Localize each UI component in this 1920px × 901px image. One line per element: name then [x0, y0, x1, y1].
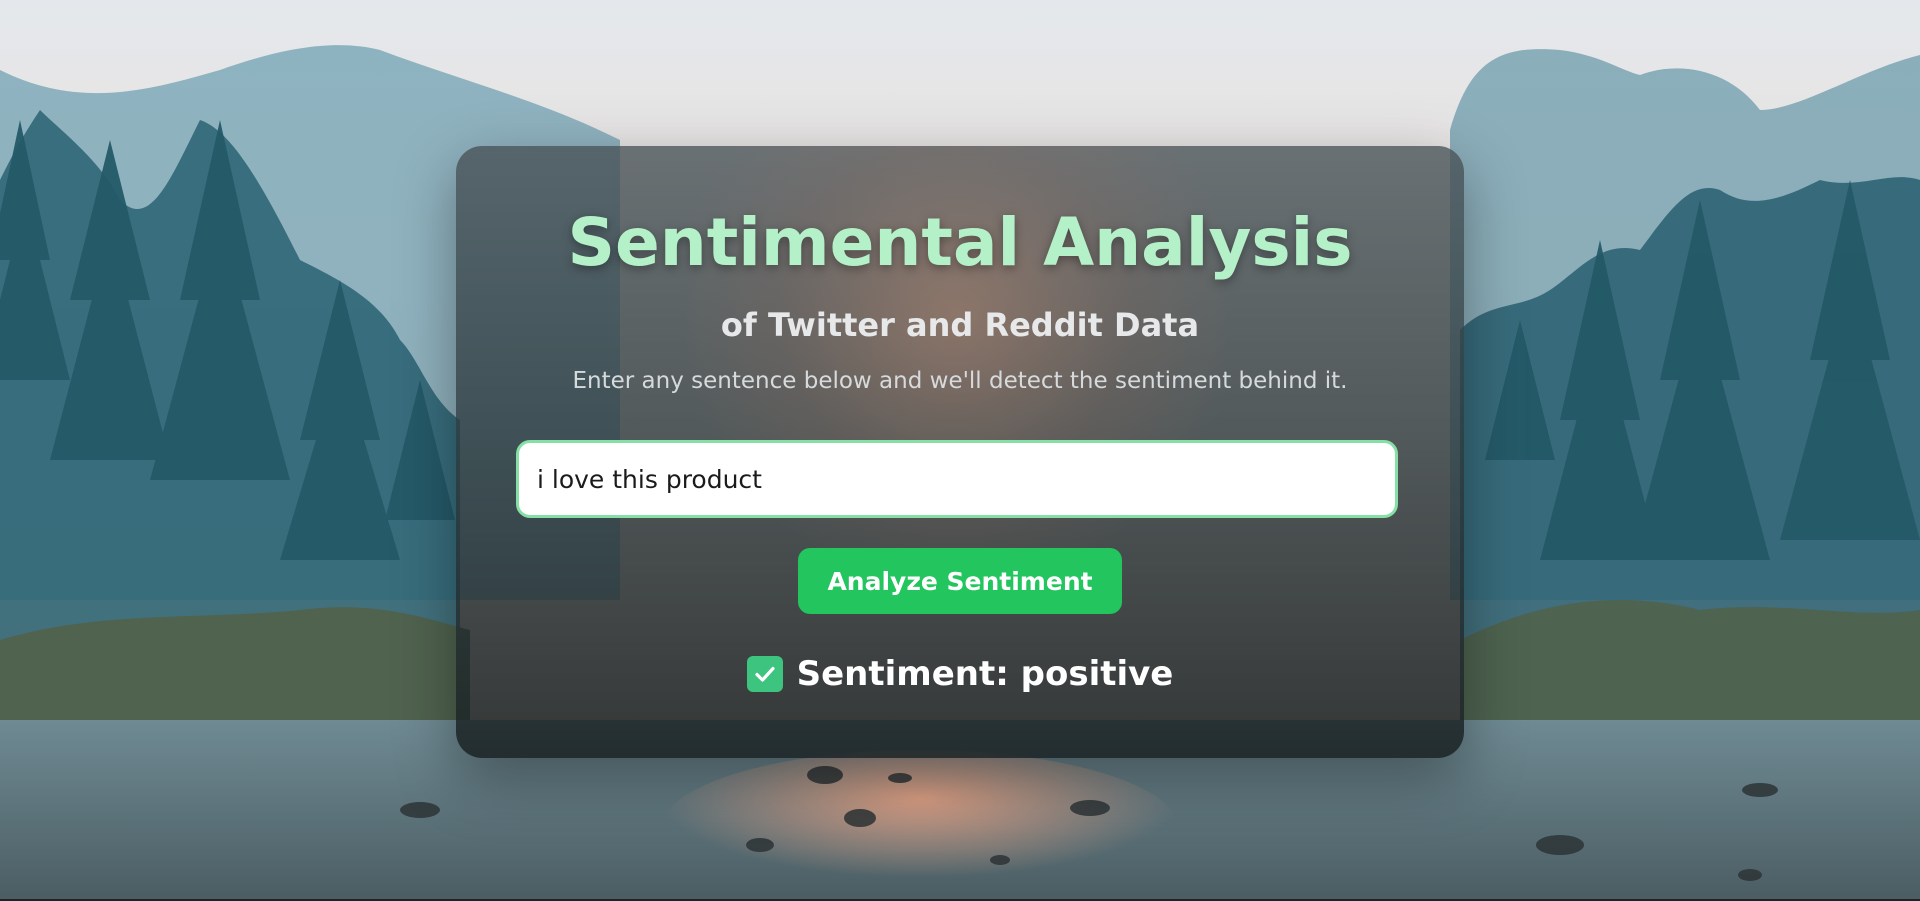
- check-icon: [746, 656, 783, 692]
- page-subtitle: of Twitter and Reddit Data: [720, 306, 1200, 344]
- page-title: Sentimental Analysis: [567, 204, 1353, 281]
- page-background: Sentimental Analysis of Twitter and Redd…: [0, 0, 1920, 901]
- sentiment-result-text: Sentiment: positive: [796, 654, 1174, 694]
- analysis-card: Sentimental Analysis of Twitter and Redd…: [456, 146, 1464, 758]
- analyze-sentiment-button[interactable]: Analyze Sentiment: [798, 548, 1122, 614]
- instructions-text: Enter any sentence below and we'll detec…: [572, 368, 1348, 394]
- sentiment-result: Sentiment: positive: [456, 652, 1464, 696]
- sentence-input[interactable]: [516, 440, 1398, 518]
